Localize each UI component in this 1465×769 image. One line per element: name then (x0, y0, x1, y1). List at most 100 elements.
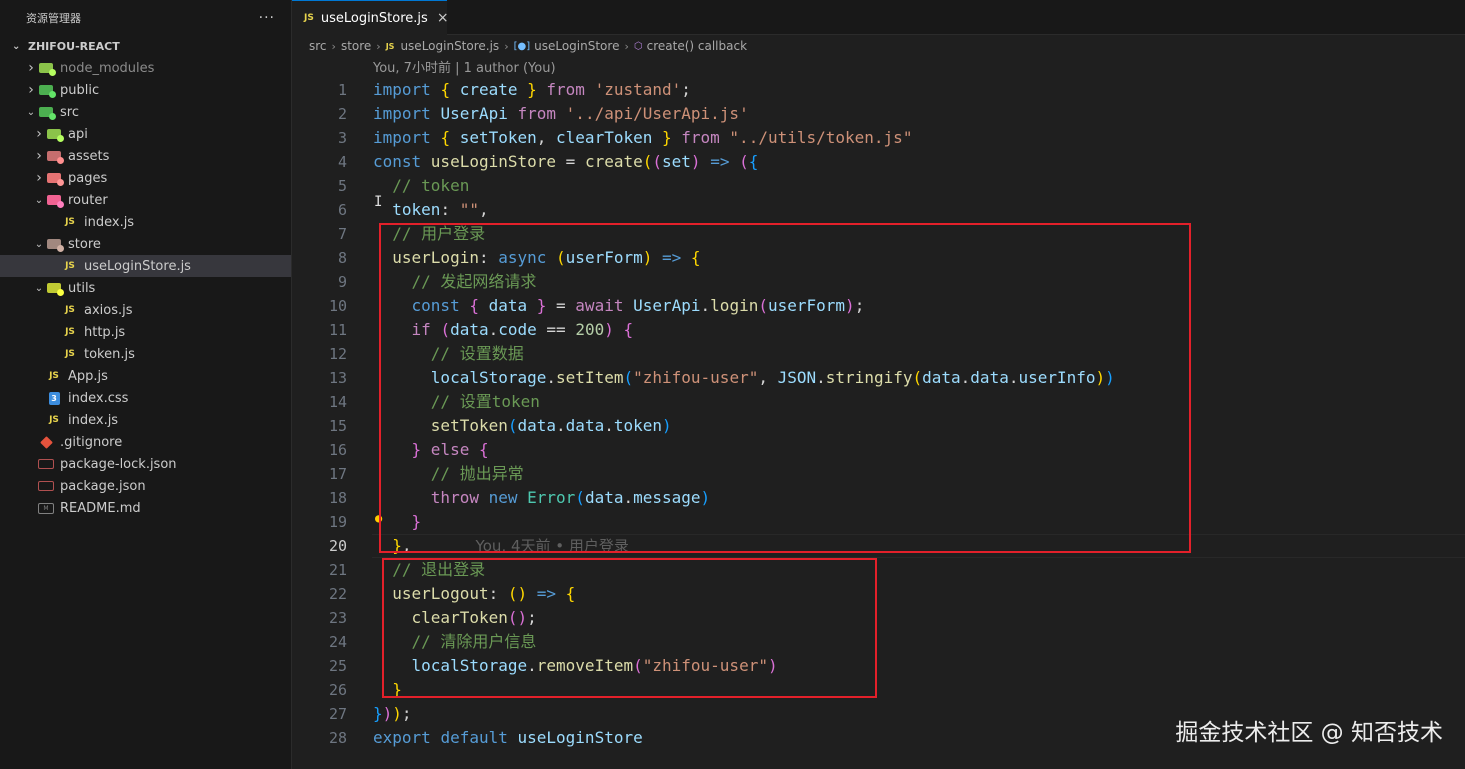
code-token: ( (623, 368, 634, 387)
src-folder-icon (38, 104, 54, 120)
code-token: new (488, 488, 528, 507)
code-line[interactable]: 1 import { create } from 'zustand'; (292, 78, 1465, 102)
code-token: // 设置token (373, 392, 540, 411)
code-text: })); (373, 702, 412, 726)
file-item[interactable]: JS token.js (0, 343, 291, 365)
javascript-file-icon: JS (65, 327, 75, 337)
inline-git-blame: You, 4天前 • 用户登录 (475, 537, 629, 555)
code-line[interactable]: 10 const { data } = await UserApi.login(… (292, 294, 1465, 318)
breadcrumb-item-symbol[interactable]: useLoginStore (534, 39, 619, 53)
code-line[interactable]: 19 } ● (292, 510, 1465, 534)
code-line[interactable]: 4 const useLoginStore = create((set) => (… (292, 150, 1465, 174)
code-token: ; (681, 80, 691, 99)
tab-useloginstore[interactable]: JS useLoginStore.js × (292, 0, 449, 35)
code-line[interactable]: 17 // 抛出异常 (292, 462, 1465, 486)
code-token: { (469, 296, 489, 315)
file-item[interactable]: package.json (0, 475, 291, 497)
breadcrumb-item-file[interactable]: useLoginStore.js (400, 39, 499, 53)
code-line[interactable]: 23 clearToken(); (292, 606, 1465, 630)
code-token: } (373, 440, 422, 459)
code-line[interactable]: 15 setToken(data.data.token) (292, 414, 1465, 438)
code-line[interactable]: 8 userLogin: async (userForm) => { (292, 246, 1465, 270)
code-token: ( (507, 416, 518, 435)
code-token: clearToken (373, 608, 508, 627)
file-item[interactable]: package-lock.json (0, 453, 291, 475)
folder-item[interactable]: ⌄ store (0, 233, 291, 255)
code-token: useLoginStore (517, 728, 643, 747)
close-icon[interactable]: × (437, 10, 449, 26)
breadcrumb-item-callback[interactable]: create() callback (647, 39, 747, 53)
file-item[interactable]: JS axios.js (0, 299, 291, 321)
code-text: setToken(data.data.token) (373, 414, 672, 438)
line-number: 23 (328, 609, 347, 627)
code-token: , (758, 368, 778, 387)
code-token: clearToken (556, 128, 653, 147)
json-file-icon (38, 456, 54, 472)
chevron-right-icon: › (624, 39, 629, 53)
code-token: setItem (556, 368, 624, 387)
file-item[interactable]: M README.md (0, 497, 291, 519)
code-text: import UserApi from '../api/UserApi.js' (373, 102, 749, 126)
code-token: ) (690, 152, 701, 171)
code-line[interactable]: 16 } else { (292, 438, 1465, 462)
folder-item[interactable]: ⌄ router (0, 189, 291, 211)
more-actions-icon[interactable]: ··· (259, 10, 275, 26)
project-root[interactable]: ⌄ ZHIFOU-REACT (0, 35, 291, 57)
code-line[interactable]: 6 token: "", (292, 198, 1465, 222)
breadcrumb-item-src[interactable]: src (309, 39, 327, 53)
code-token: ; (854, 296, 865, 315)
folder-item[interactable]: › pages (0, 167, 291, 189)
chevron-right-icon: › (331, 39, 336, 53)
file-item[interactable]: JS App.js (0, 365, 291, 387)
code-line[interactable]: 21 // 退出登录 (292, 558, 1465, 582)
folder-item[interactable]: › node_modules (0, 57, 291, 79)
file-item[interactable]: .gitignore (0, 431, 291, 453)
code-token: data (584, 488, 624, 507)
code-token: () (507, 608, 528, 627)
git-blame-codelens[interactable]: You, 7小时前 | 1 author (You) (373, 58, 556, 80)
line-number: 6 (337, 201, 347, 219)
folder-item[interactable]: ⌄ src (0, 101, 291, 123)
folder-item[interactable]: › api (0, 123, 291, 145)
code-line[interactable]: 14 // 设置token (292, 390, 1465, 414)
public-folder-icon (38, 82, 54, 98)
code-line[interactable]: 25 localStorage.removeItem("zhifou-user"… (292, 654, 1465, 678)
code-line[interactable]: 24 // 清除用户信息 (292, 630, 1465, 654)
code-text: token: "", (373, 198, 488, 222)
breadcrumb-item-store[interactable]: store (341, 39, 371, 53)
tree-item-label: http.js (84, 324, 126, 340)
project-name: ZHIFOU-REACT (28, 39, 120, 53)
code-token: default (440, 728, 518, 747)
file-item[interactable]: 3 index.css (0, 387, 291, 409)
file-item[interactable]: JS index.js (0, 211, 291, 233)
file-item[interactable]: JS useLoginStore.js (0, 255, 291, 277)
code-token: setToken (459, 128, 537, 147)
code-line[interactable]: 13 localStorage.setItem("zhifou-user", J… (292, 366, 1465, 390)
code-line[interactable]: 12 // 设置数据 (292, 342, 1465, 366)
code-line[interactable]: 22 userLogout: () => { (292, 582, 1465, 606)
file-item[interactable]: JS http.js (0, 321, 291, 343)
code-token: . (546, 368, 557, 387)
folder-item[interactable]: › public (0, 79, 291, 101)
code-line[interactable]: 20 }, You, 4天前 • 用户登录 (292, 534, 1465, 558)
code-text: // 抛出异常 (373, 462, 524, 486)
code-line[interactable]: 5 // token (292, 174, 1465, 198)
code-token: data (450, 320, 489, 339)
code-line[interactable]: 3 import { setToken, clearToken } from ".… (292, 126, 1465, 150)
code-line[interactable]: 26 } (292, 678, 1465, 702)
code-token: "" (459, 200, 479, 219)
code-token: => (700, 152, 740, 171)
code-token: } (411, 512, 422, 531)
code-text: }, You, 4天前 • 用户登录 (373, 534, 629, 558)
code-line[interactable]: 9 // 发起网络请求 (292, 270, 1465, 294)
code-line[interactable]: 2 import UserApi from '../api/UserApi.js' (292, 102, 1465, 126)
code-line[interactable]: 18 throw new Error(data.message) (292, 486, 1465, 510)
code-line[interactable]: 11 if (data.code == 200) { (292, 318, 1465, 342)
code-text: // 设置token (373, 390, 540, 414)
file-item[interactable]: JS index.js (0, 409, 291, 431)
folder-item[interactable]: › assets (0, 145, 291, 167)
folder-item[interactable]: ⌄ utils (0, 277, 291, 299)
lightbulb-icon[interactable]: ● (375, 506, 382, 530)
code-line[interactable]: 7 // 用户登录 (292, 222, 1465, 246)
code-editor[interactable]: 1 import { create } from 'zustand'; 2 impor… (292, 78, 1465, 750)
